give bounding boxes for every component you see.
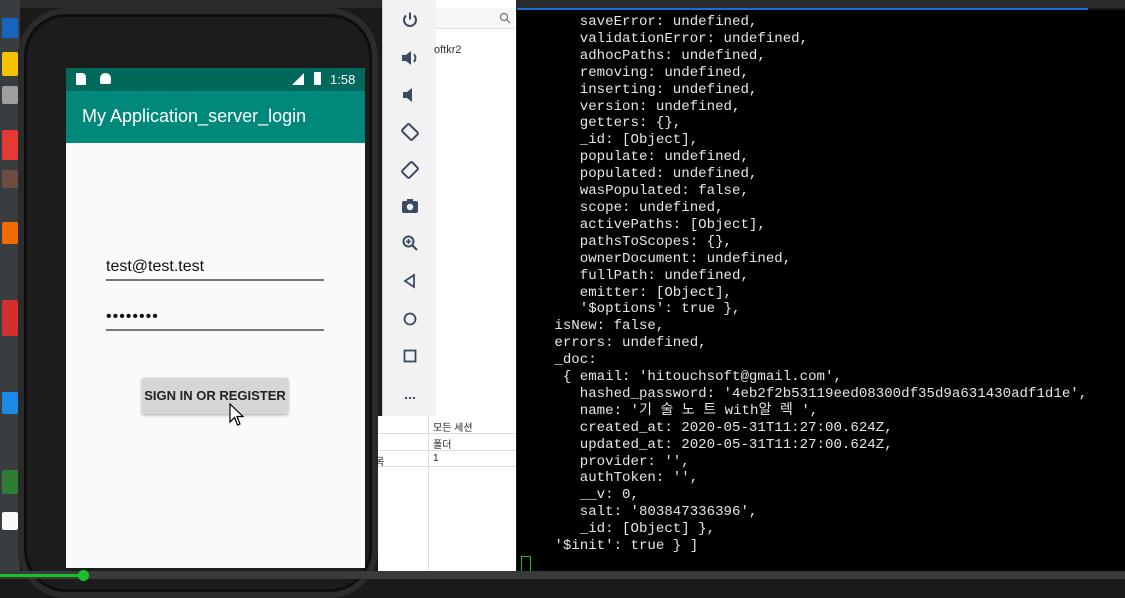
terminal-line: __v: 0, [529, 487, 639, 504]
desktop-app-tile[interactable] [2, 392, 18, 414]
sign-in-or-register-button[interactable]: SIGN IN OR REGISTER [142, 378, 288, 414]
sd-card-icon [76, 73, 86, 85]
desktop-app-tile[interactable] [2, 512, 18, 530]
props-item-label: 목 [375, 457, 385, 468]
terminal-window[interactable]: saveError: undefined, validationError: u… [517, 10, 1125, 579]
terminal-line: inserting: undefined, [529, 81, 758, 98]
desktop-app-tile[interactable] [2, 300, 18, 336]
terminal-line: salt: '803847336396', [529, 504, 758, 521]
terminal-line: emitter: [Object], [529, 284, 732, 301]
search-icon [499, 11, 511, 29]
props-folder-label: 폴더 [433, 440, 452, 451]
terminal-output: saveError: undefined, validationError: u… [529, 14, 1087, 555]
email-value: test@test.test [106, 258, 205, 275]
window-top-strip [0, 0, 1125, 8]
terminal-line: updated_at: 2020-05-31T11:27:00.624Z, [529, 436, 893, 453]
signal-icon [292, 73, 304, 85]
more-icon[interactable]: ... [396, 380, 424, 408]
terminal-line: _doc: [529, 352, 597, 369]
divider [428, 416, 429, 579]
video-progress-handle[interactable] [78, 570, 89, 581]
terminal-line: isNew: false, [529, 318, 665, 335]
back-icon[interactable] [396, 267, 424, 295]
camera-icon[interactable] [396, 192, 424, 220]
emulator-toolbar: ... [382, 0, 438, 417]
volume-down-icon[interactable] [396, 81, 424, 109]
terminal-line: activePaths: [Object], [529, 216, 766, 233]
rotate-left-icon[interactable] [396, 118, 424, 146]
terminal-line: validationError: undefined, [529, 30, 809, 47]
explorer-search-input[interactable] [436, 8, 515, 29]
email-field[interactable]: test@test.test [106, 258, 324, 281]
terminal-line: populated: undefined, [529, 166, 758, 183]
terminal-line: { email: 'hitouchsoft@gmail.com', [529, 369, 842, 386]
android-emulator-frame: 1:58 My Application_server_login test@te… [18, 8, 378, 598]
desktop-taskbar-strip [0, 0, 20, 579]
terminal-line: scope: undefined, [529, 199, 724, 216]
desktop-app-tile[interactable] [2, 52, 18, 76]
terminal-line: fullPath: undefined, [529, 267, 749, 284]
overview-icon[interactable] [396, 342, 424, 370]
password-field[interactable]: •••••••• [106, 308, 324, 331]
explorer-item-label[interactable]: oftkr2 [434, 44, 462, 56]
volume-up-icon[interactable] [396, 44, 424, 72]
rotate-right-icon[interactable] [396, 156, 424, 184]
terminal-line: saveError: undefined, [529, 14, 758, 30]
desktop-app-tile[interactable] [2, 170, 18, 188]
power-icon[interactable] [396, 6, 424, 34]
desktop-app-tile[interactable] [2, 470, 18, 494]
props-header: 모든 세션 [433, 423, 473, 434]
password-value: •••••••• [106, 308, 159, 325]
properties-panel: 모든 세션 폴더 목 1 [375, 416, 516, 579]
zoom-icon[interactable] [396, 229, 424, 257]
divider [378, 466, 516, 467]
props-item-value: 1 [433, 453, 439, 464]
terminal-line: authToken: '', [529, 470, 699, 487]
terminal-line: _id: [Object] }, [529, 521, 716, 538]
terminal-line: _id: [Object], [529, 132, 699, 149]
terminal-line: provider: '', [529, 453, 690, 470]
terminal-line: wasPopulated: false, [529, 183, 749, 200]
terminal-line: version: undefined, [529, 98, 741, 115]
terminal-line: errors: undefined, [529, 335, 707, 352]
status-bar: 1:58 [66, 68, 365, 91]
terminal-line: '$options': true }, [529, 301, 741, 318]
terminal-line: populate: undefined, [529, 149, 749, 166]
desktop-app-tile[interactable] [2, 18, 18, 38]
android-icon [100, 73, 111, 84]
video-progress-bar[interactable] [0, 574, 83, 577]
terminal-line: created_at: 2020-05-31T11:27:00.624Z, [529, 419, 893, 436]
desktop-app-tile[interactable] [2, 130, 18, 160]
battery-icon [314, 72, 321, 85]
terminal-line: ownerDocument: undefined, [529, 250, 792, 267]
home-icon[interactable] [396, 305, 424, 333]
desktop-app-tile[interactable] [2, 86, 18, 104]
terminal-line: name: '기 술 노 트 with알 렉 ', [529, 402, 819, 419]
mouse-pointer-icon [229, 402, 245, 432]
player-controls-bar [0, 571, 1125, 579]
app-bar: My Application_server_login [66, 91, 365, 143]
terminal-line: removing: undefined, [529, 64, 749, 81]
app-title: My Application_server_login [82, 106, 307, 126]
phone-screen: 1:58 My Application_server_login test@te… [66, 68, 365, 568]
desktop-app-tile[interactable] [2, 222, 18, 244]
terminal-line: adhocPaths: undefined, [529, 47, 766, 64]
terminal-line: '$init': true } ] [529, 538, 699, 555]
status-time: 1:58 [330, 72, 356, 87]
terminal-line: pathsToScopes: {}, [529, 233, 732, 250]
terminal-line: getters: {}, [529, 115, 682, 132]
terminal-line: hashed_password: '4eb2f2b53119eed08300df… [529, 385, 1088, 402]
